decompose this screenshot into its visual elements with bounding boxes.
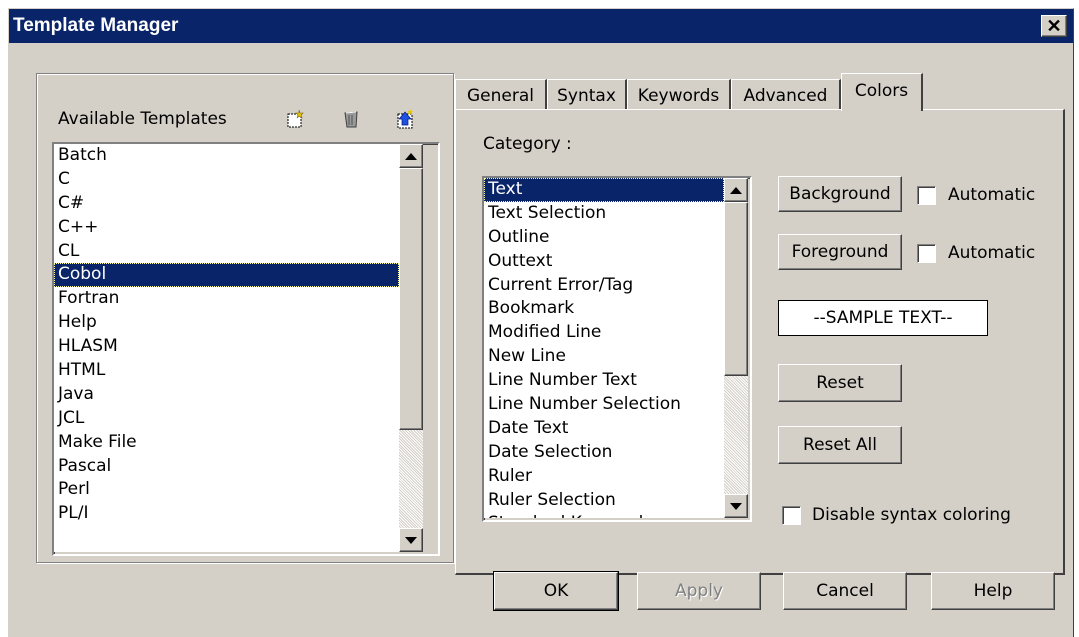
new-template-icon[interactable] (284, 108, 306, 130)
tab-syntax[interactable]: Syntax (547, 79, 627, 111)
automatic-foreground-label: Automatic (948, 243, 1036, 263)
template-list-item[interactable]: Cobol (54, 263, 399, 288)
category-list-item[interactable]: Modified Line (484, 321, 724, 345)
reset-all-button[interactable]: Reset All (778, 426, 902, 464)
background-button[interactable]: Background (778, 176, 902, 212)
template-list-item[interactable]: Perl (54, 478, 399, 502)
template-list-item[interactable]: C++ (54, 216, 399, 240)
template-list-item[interactable]: C# (54, 192, 399, 216)
help-button[interactable]: Help (931, 572, 1055, 610)
template-list-item[interactable]: Java (54, 383, 399, 407)
templates-group: Available Templates Batch C C# C++ CL Co… (36, 73, 454, 563)
template-manager-window: Template Manager ✕ Available Templates B… (8, 8, 1074, 637)
apply-button[interactable]: Apply (637, 572, 761, 610)
close-icon: ✕ (1046, 16, 1062, 36)
tab-keywords[interactable]: Keywords (627, 79, 731, 111)
disable-syntax-coloring-checkbox[interactable] (782, 506, 801, 525)
arrow-down-icon (405, 536, 417, 544)
category-list-item[interactable]: Current Error/Tag (484, 274, 724, 298)
scroll-thumb[interactable] (399, 168, 423, 430)
category-listbox[interactable]: Text Text Selection Outline Outtext Current … (482, 176, 752, 522)
title-bar[interactable]: Template Manager (9, 9, 1073, 43)
category-list-item[interactable]: Standard Keywords (484, 512, 724, 518)
category-list-item[interactable]: Line Number Text (484, 369, 724, 393)
template-list-item[interactable]: HLASM (54, 335, 399, 359)
category-list-item[interactable]: Ruler (484, 465, 724, 489)
category-list-item[interactable]: Line Number Selection (484, 393, 724, 417)
templates-listbox[interactable]: Batch C C# C++ CL Cobol Fortran Help HLASM HTML Ja… (52, 142, 440, 556)
category-list-item[interactable]: Date Selection (484, 441, 724, 465)
cancel-button[interactable]: Cancel (783, 572, 907, 610)
scroll-down-button[interactable] (399, 528, 423, 552)
category-list-item[interactable]: Date Text (484, 417, 724, 441)
tab-colors[interactable]: Colors (841, 73, 923, 111)
category-list-item[interactable]: Outtext (484, 250, 724, 274)
close-button[interactable]: ✕ (1041, 15, 1067, 37)
template-list-item[interactable]: Make File (54, 431, 399, 455)
colors-tab-panel: Category : Text Text Selection Outline Outt… (455, 109, 1065, 575)
template-list-item[interactable]: Batch (54, 144, 399, 168)
foreground-button[interactable]: Foreground (778, 234, 902, 270)
templates-list[interactable]: Batch C C# C++ CL Cobol Fortran Help HLASM HTML Ja… (54, 144, 399, 552)
arrow-up-icon (405, 152, 417, 160)
automatic-background-label: Automatic (948, 185, 1036, 205)
automatic-background-checkbox[interactable] (917, 186, 936, 205)
sample-text-preview: --SAMPLE TEXT-- (778, 300, 988, 336)
automatic-foreground-checkbox[interactable] (917, 244, 936, 263)
template-list-item[interactable]: Help (54, 311, 399, 335)
category-list-item[interactable]: Outline (484, 226, 724, 250)
disable-syntax-coloring-label: Disable syntax coloring (812, 505, 1011, 525)
scroll-up-button[interactable] (399, 144, 423, 168)
ok-button[interactable]: OK (493, 571, 619, 611)
category-scroll-down-button[interactable] (724, 494, 748, 518)
category-scroll-up-button[interactable] (724, 178, 748, 202)
tab-advanced[interactable]: Advanced (731, 79, 841, 111)
category-label: Category : (483, 134, 572, 154)
category-list-item[interactable]: New Line (484, 345, 724, 369)
template-list-item[interactable]: C (54, 168, 399, 192)
category-list-item[interactable]: Ruler Selection (484, 489, 724, 513)
category-list[interactable]: Text Text Selection Outline Outtext Current … (484, 178, 724, 518)
delete-template-icon[interactable] (340, 108, 362, 130)
template-list-item[interactable]: Fortran (54, 287, 399, 311)
window-title: Template Manager (13, 15, 179, 36)
category-list-item[interactable]: Text Selection (484, 202, 724, 226)
template-list-item[interactable]: Pascal (54, 455, 399, 479)
template-list-item[interactable]: JCL (54, 407, 399, 431)
templates-scrollbar[interactable] (399, 144, 423, 552)
import-template-icon[interactable] (394, 108, 416, 130)
category-scroll-thumb[interactable] (724, 202, 748, 376)
arrow-up-icon (730, 186, 742, 194)
reset-button[interactable]: Reset (778, 364, 902, 402)
available-templates-label: Available Templates (58, 109, 227, 129)
category-list-item[interactable]: Text (484, 178, 724, 202)
tab-general[interactable]: General (455, 79, 547, 111)
category-list-item[interactable]: Bookmark (484, 297, 724, 321)
template-list-item[interactable]: CL (54, 240, 399, 264)
template-list-item[interactable]: PL/I (54, 502, 399, 526)
category-scrollbar[interactable] (724, 178, 748, 518)
arrow-down-icon (730, 502, 742, 510)
template-list-item[interactable]: HTML (54, 359, 399, 383)
